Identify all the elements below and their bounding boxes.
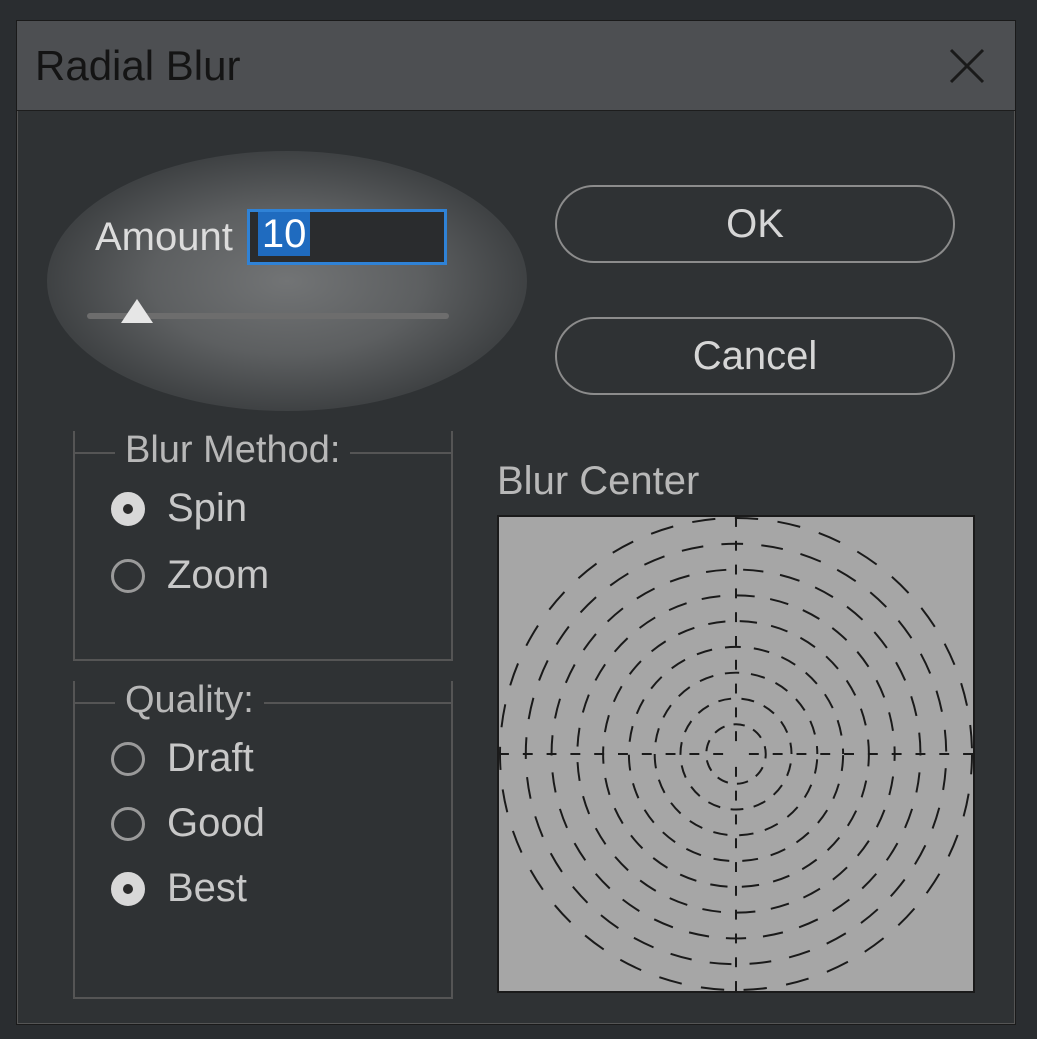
radio-label: Best	[167, 866, 247, 911]
radio-icon	[111, 872, 145, 906]
blur-center-label: Blur Center	[497, 459, 699, 504]
amount-row: Amount 10	[95, 209, 447, 265]
blur-method-legend: Blur Method:	[115, 429, 350, 472]
dialog-title: Radial Blur	[35, 42, 240, 90]
close-icon[interactable]	[947, 46, 987, 86]
ok-button[interactable]: OK	[555, 185, 955, 263]
radio-draft[interactable]: Draft	[111, 736, 415, 781]
radio-label: Zoom	[167, 553, 269, 598]
slider-thumb[interactable]	[121, 299, 153, 323]
radio-icon	[111, 742, 145, 776]
radio-icon	[111, 807, 145, 841]
annotation-highlight	[47, 151, 527, 411]
radio-label: Spin	[167, 486, 247, 531]
quality-group: Quality: Draft Good Best	[73, 681, 453, 999]
radio-icon	[111, 492, 145, 526]
cancel-button[interactable]: Cancel	[555, 317, 955, 395]
amount-input[interactable]: 10	[247, 209, 447, 265]
radio-spin[interactable]: Spin	[111, 486, 415, 531]
radio-best[interactable]: Best	[111, 866, 415, 911]
blur-method-group: Blur Method: Spin Zoom	[73, 431, 453, 661]
quality-legend: Quality:	[115, 679, 264, 722]
radial-blur-dialog: Radial Blur Amount 10 OK Cancel Blur Met…	[16, 20, 1016, 1025]
radio-icon	[111, 559, 145, 593]
amount-label: Amount	[95, 215, 233, 260]
radio-label: Good	[167, 801, 265, 846]
dialog-body: Amount 10 OK Cancel Blur Method: Spin Zo…	[17, 111, 1015, 1024]
radio-label: Draft	[167, 736, 254, 781]
dialog-titlebar: Radial Blur	[17, 21, 1015, 111]
radio-good[interactable]: Good	[111, 801, 415, 846]
amount-slider[interactable]	[87, 303, 449, 333]
blur-center-preview[interactable]	[497, 515, 975, 993]
radio-zoom[interactable]: Zoom	[111, 553, 415, 598]
